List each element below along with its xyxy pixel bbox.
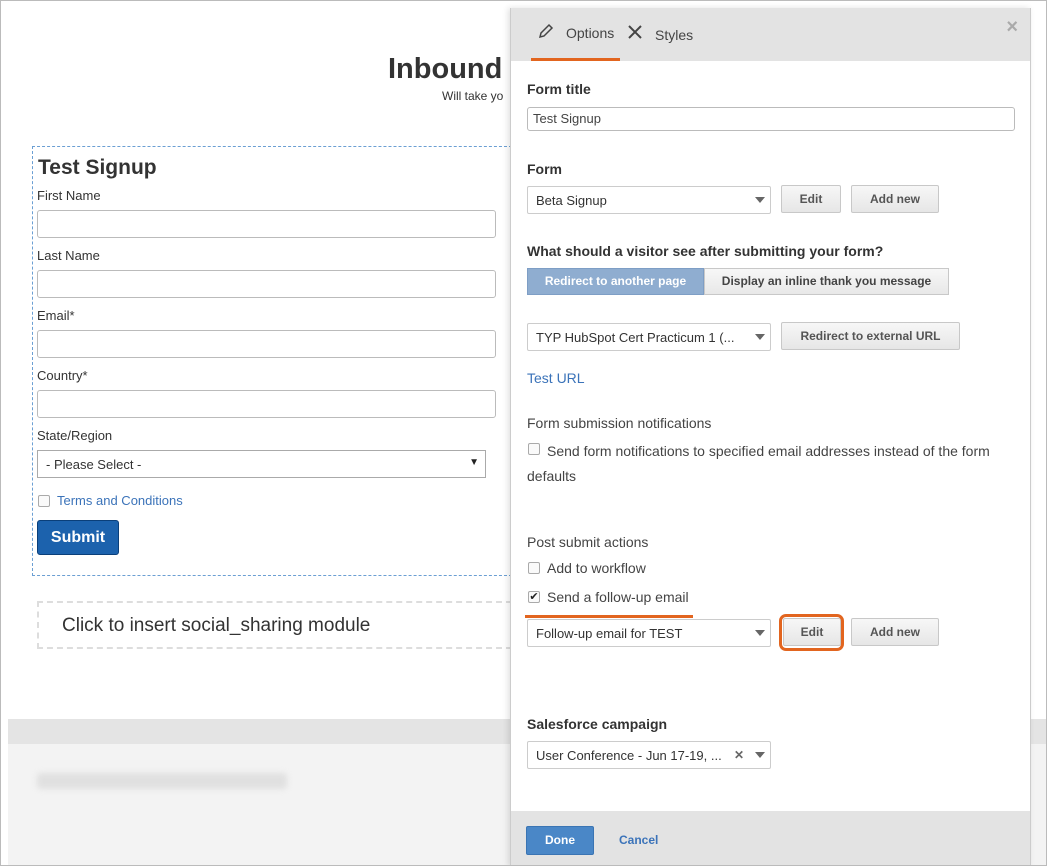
send-followup-checkbox[interactable]: ✔ [528, 591, 540, 603]
redirect-option-button[interactable]: Redirect to another page [527, 268, 704, 295]
add-workflow-checkbox[interactable] [528, 562, 540, 574]
chevron-down-icon [755, 334, 765, 340]
form-title: Test Signup [38, 156, 157, 179]
close-icon[interactable]: × [1006, 16, 1018, 39]
form-add-new-button[interactable]: Add new [851, 185, 939, 213]
tab-options-label: Options [566, 25, 615, 41]
followup-email-value: Follow-up email for TEST [536, 626, 683, 641]
form-title-heading: Form title [527, 81, 591, 97]
redirect-page-select[interactable]: TYP HubSpot Cert Practicum 1 (... [527, 323, 771, 351]
chevron-down-icon [755, 197, 765, 203]
panel-footer: Done Cancel [511, 811, 1030, 865]
panel-header: Options Styles × [511, 8, 1030, 61]
test-url-link[interactable]: Test URL [527, 370, 585, 386]
form-select-value: Beta Signup [536, 193, 607, 208]
email-input[interactable] [37, 330, 496, 358]
first-name-label: First Name [37, 188, 101, 203]
clear-icon[interactable]: ✕ [734, 748, 744, 762]
redirect-page-value: TYP HubSpot Cert Practicum 1 (... [536, 330, 735, 345]
form-heading: Form [527, 161, 562, 177]
salesforce-campaign-select[interactable]: User Conference - Jun 17-19, ... ✕ [527, 741, 771, 769]
add-workflow-label: Add to workflow [547, 560, 646, 576]
edit-button-highlight [779, 614, 844, 651]
form-options-panel: Options Styles × Form title Test Signup … [510, 8, 1031, 865]
post-submit-heading: Post submit actions [527, 534, 649, 550]
after-submit-heading: What should a visitor see after submitti… [527, 243, 884, 259]
editor-window: Inbound Will take yo Test Signup First N… [0, 0, 1047, 866]
footer-blurred-text [37, 773, 287, 789]
brush-icon [627, 24, 643, 45]
salesforce-campaign-value: User Conference - Jun 17-19, ... [536, 748, 722, 763]
first-name-input[interactable] [37, 210, 496, 238]
country-input[interactable] [37, 390, 496, 418]
tab-styles-label: Styles [655, 26, 694, 43]
done-button[interactable]: Done [526, 826, 594, 855]
chevron-down-icon [755, 752, 765, 758]
send-followup-label: Send a follow-up email [547, 589, 689, 605]
followup-add-new-button[interactable]: Add new [851, 618, 939, 646]
followup-email-select[interactable]: Follow-up email for TEST [527, 619, 771, 647]
social-module-text: Click to insert social_sharing module [62, 615, 371, 636]
state-label: State/Region [37, 428, 113, 443]
terms-link[interactable]: Terms and Conditions [57, 493, 183, 508]
form-title-input[interactable]: Test Signup [527, 107, 1015, 131]
page-subtitle: Will take yo [442, 89, 504, 103]
email-label: Email* [37, 308, 75, 323]
pencil-icon [538, 23, 554, 44]
last-name-input[interactable] [37, 270, 496, 298]
dropdown-arrow-icon: ▼ [469, 457, 479, 468]
state-select-value: - Please Select - [46, 457, 142, 472]
chevron-down-icon [755, 630, 765, 636]
highlight-underline [525, 615, 693, 618]
tab-options[interactable]: Options [531, 8, 620, 61]
inline-message-option-button[interactable]: Display an inline thank you message [704, 268, 949, 295]
redirect-external-button[interactable]: Redirect to external URL [781, 322, 960, 350]
last-name-label: Last Name [37, 248, 100, 263]
salesforce-heading: Salesforce campaign [527, 716, 668, 732]
state-select[interactable]: - Please Select - ▼ [37, 450, 486, 478]
form-edit-button[interactable]: Edit [781, 185, 841, 213]
terms-checkbox[interactable] [38, 495, 50, 507]
form-select[interactable]: Beta Signup [527, 186, 771, 214]
submit-button[interactable]: Submit [37, 520, 119, 555]
tab-styles[interactable]: Styles [627, 8, 693, 61]
country-label: Country* [37, 368, 88, 383]
notifications-checkbox-label: Send form notifications to specified ema… [527, 443, 990, 484]
cancel-link[interactable]: Cancel [619, 833, 658, 847]
page-title: Inbound [388, 53, 503, 85]
notifications-heading: Form submission notifications [527, 415, 712, 431]
